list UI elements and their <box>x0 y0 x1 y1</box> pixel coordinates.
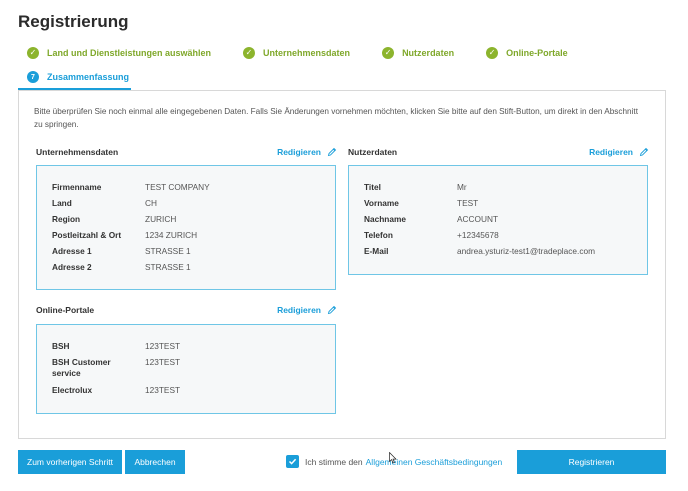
cancel-button[interactable]: Abbrechen <box>125 450 185 474</box>
kv-row: Nachname ACCOUNT <box>364 214 499 224</box>
edit-label: Redigieren <box>277 147 321 157</box>
company-card: Firmenname TEST COMPANY Land CH Region ZURI… <box>36 165 336 290</box>
section-title: Online-Portale <box>36 305 95 315</box>
kv-row: Region ZURICH <box>52 214 177 224</box>
kv-row: Titel Mr <box>364 182 467 192</box>
section-title: Nutzerdaten <box>348 147 398 157</box>
kv-row: BSH Customer service 123TEST <box>52 357 181 378</box>
register-button[interactable]: Registrieren <box>517 450 666 474</box>
summary-panel: Bitte überprüfen Sie noch einmal alle ei… <box>18 90 666 439</box>
company-section-header: Unternehmensdaten Redigieren <box>36 145 337 159</box>
progress-steps: ✓ Land und Dienstleistungen auswählen ✓ … <box>27 45 568 61</box>
step-label: Zusammenfassung <box>47 72 130 82</box>
checkmark-icon <box>288 458 297 465</box>
terms-checkbox[interactable] <box>286 455 299 468</box>
pencil-icon <box>639 147 649 157</box>
step-summary[interactable]: 7 Zusammenfassung <box>27 71 129 83</box>
kv-row: Vorname TEST <box>364 198 479 208</box>
step-number-badge: 7 <box>27 71 39 83</box>
pencil-icon <box>327 147 337 157</box>
kv-row: E-Mail andrea.ysturiz-test1@tradeplace.co… <box>364 246 596 256</box>
page-title: Registrierung <box>18 12 129 31</box>
step-label: Unternehmensdaten <box>263 48 351 58</box>
portals-section-header: Online-Portale Redigieren <box>36 303 337 317</box>
check-icon: ✓ <box>382 47 395 59</box>
step-country-services[interactable]: ✓ Land und Dienstleistungen auswählen <box>27 47 211 59</box>
terms-link[interactable]: Allgemeinen Geschäftsbedingungen <box>366 457 503 467</box>
portals-card: BSH 123TEST BSH Customer service 123TEST E… <box>36 324 336 414</box>
kv-row: BSH 123TEST <box>52 341 181 351</box>
kv-row: Adresse 1 STRASSE 1 <box>52 246 191 256</box>
previous-step-button[interactable]: Zum vorherigen Schritt <box>18 450 122 474</box>
edit-user-button[interactable]: Redigieren <box>589 147 649 157</box>
progress-steps-row-2: 7 Zusammenfassung <box>27 69 161 85</box>
step-label: Online-Portale <box>506 48 568 58</box>
step-online-portals[interactable]: ✓ Online-Portale <box>486 47 568 59</box>
edit-portals-button[interactable]: Redigieren <box>277 305 337 315</box>
kv-row: Postleitzahl & Ort 1234 ZURICH <box>52 230 198 240</box>
kv-row: Firmenname TEST COMPANY <box>52 182 210 192</box>
mouse-cursor-icon <box>389 452 397 464</box>
edit-label: Redigieren <box>589 147 633 157</box>
kv-row: Adresse 2 STRASSE 1 <box>52 262 191 272</box>
kv-row: Telefon +12345678 <box>364 230 499 240</box>
step-label: Land und Dienstleistungen auswählen <box>47 48 212 58</box>
edit-company-button[interactable]: Redigieren <box>277 147 337 157</box>
kv-row: Electrolux 123TEST <box>52 385 181 395</box>
kv-row: Land CH <box>52 198 157 208</box>
check-icon: ✓ <box>243 47 256 59</box>
edit-label: Redigieren <box>277 305 321 315</box>
check-icon: ✓ <box>27 47 39 59</box>
pencil-icon <box>327 305 337 315</box>
terms-prefix: Ich stimme den <box>305 456 363 467</box>
intro-text: Bitte überprüfen Sie noch einmal alle ei… <box>34 107 638 129</box>
user-section-header: Nutzerdaten Redigieren <box>348 145 649 159</box>
step-label: Nutzerdaten <box>402 48 455 58</box>
check-icon: ✓ <box>486 47 499 59</box>
user-card: Titel Mr Vorname TEST Nachname ACCOUNT Tele… <box>348 165 648 275</box>
section-title: Unternehmensdaten <box>36 147 119 157</box>
step-user-data[interactable]: ✓ Nutzerdaten <box>382 47 454 59</box>
step-company-data[interactable]: ✓ Unternehmensdaten <box>243 47 350 59</box>
